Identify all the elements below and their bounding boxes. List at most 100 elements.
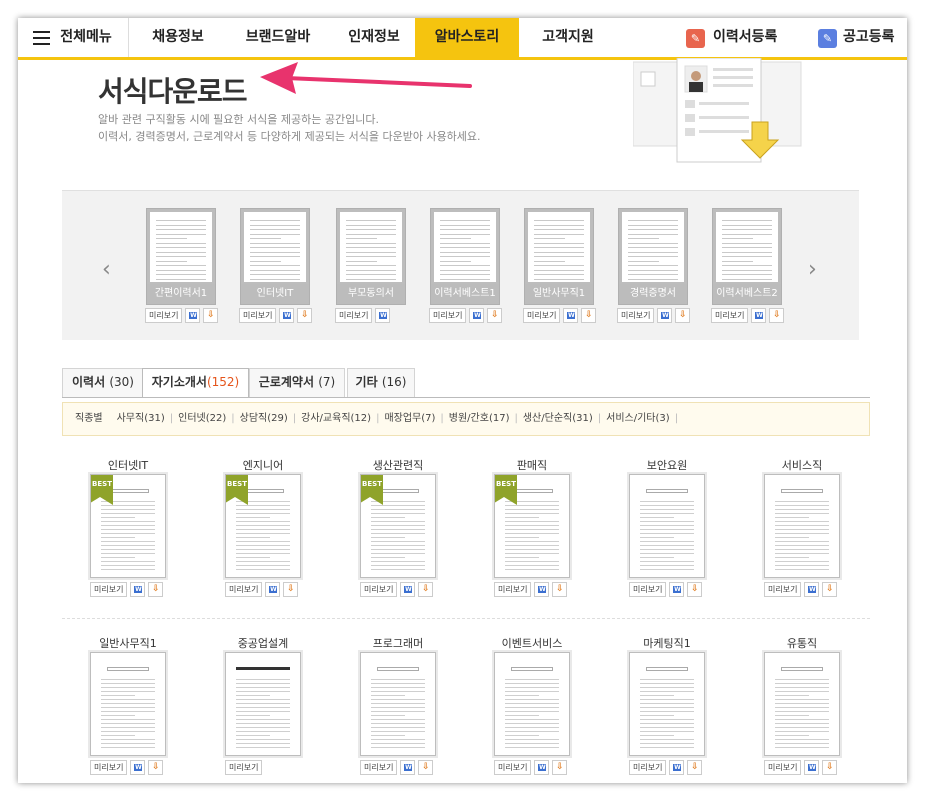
filter-item[interactable]: 인터넷(22)	[178, 413, 226, 424]
carousel-item[interactable]: 이력서베스트1 미리보기 W ⇩	[429, 208, 503, 323]
preview-button[interactable]: 미리보기	[629, 582, 667, 597]
word-download-button[interactable]: W	[400, 582, 416, 597]
download-button[interactable]: ⇩	[769, 308, 785, 323]
form-thumbnail[interactable]: BEST	[360, 474, 436, 578]
carousel-item[interactable]: 부모동의서미리보기 W	[335, 208, 406, 323]
preview-button[interactable]: 미리보기	[429, 308, 467, 323]
preview-button[interactable]: 미리보기	[239, 308, 277, 323]
preview-button[interactable]: 미리보기	[225, 582, 263, 597]
preview-button[interactable]: 미리보기	[90, 582, 128, 597]
preview-button[interactable]: 미리보기	[360, 760, 398, 775]
preview-button[interactable]: 미리보기	[617, 308, 655, 323]
form-thumbnail[interactable]	[629, 474, 705, 578]
nav-item-support[interactable]: 고객지원	[528, 18, 608, 57]
form-thumbnail[interactable]: 부모동의서	[336, 208, 406, 305]
word-download-button[interactable]: W	[804, 760, 820, 775]
carousel-next-button[interactable]: ›	[808, 257, 817, 282]
resume-register-button[interactable]: ✎ 이력서등록	[686, 18, 791, 57]
job-register-button[interactable]: ✎ 공고등록	[818, 18, 907, 57]
tab-contract[interactable]: 근로계약서 (7)	[249, 368, 345, 397]
filter-item[interactable]: 서비스/기타(3)	[606, 413, 670, 424]
all-menu-button[interactable]: 전체메뉴	[18, 18, 128, 57]
form-thumbnail[interactable]: 간편이력서1	[146, 208, 216, 305]
preview-button[interactable]: 미리보기	[360, 582, 398, 597]
word-download-button[interactable]: W	[669, 760, 685, 775]
form-thumbnail[interactable]: BEST	[225, 474, 301, 578]
download-button[interactable]: ⇩	[297, 308, 313, 323]
form-thumbnail[interactable]	[629, 652, 705, 756]
download-button[interactable]: ⇩	[418, 582, 434, 597]
form-thumbnail[interactable]	[764, 474, 840, 578]
filter-item[interactable]: 상담직(29)	[240, 413, 288, 424]
word-download-button[interactable]: W	[804, 582, 820, 597]
download-button[interactable]: ⇩	[552, 582, 568, 597]
download-button[interactable]: ⇩	[487, 308, 503, 323]
carousel-item[interactable]: 경력증명서미리보기 W ⇩	[617, 208, 691, 323]
preview-button[interactable]: 미리보기	[523, 308, 561, 323]
preview-button[interactable]: 미리보기	[335, 308, 373, 323]
form-thumbnail[interactable]: BEST	[90, 474, 166, 578]
download-button[interactable]: ⇩	[822, 760, 838, 775]
nav-item-jobs[interactable]: 채용정보	[138, 18, 218, 57]
word-download-button[interactable]: W	[400, 760, 416, 775]
nav-item-talent[interactable]: 인재정보	[334, 18, 414, 57]
nav-item-brand[interactable]: 브랜드알바	[228, 18, 328, 57]
filter-item[interactable]: 매장업무(7)	[384, 413, 435, 424]
tab-cover-letter[interactable]: 자기소개서(152)	[142, 368, 249, 398]
filter-item[interactable]: 강사/교육직(12)	[301, 413, 371, 424]
download-button[interactable]: ⇩	[822, 582, 838, 597]
form-thumbnail[interactable]: 이력서베스트1	[430, 208, 500, 305]
carousel-prev-button[interactable]: ‹	[102, 257, 111, 282]
form-thumbnail[interactable]	[90, 652, 166, 756]
carousel-item[interactable]: 인터넷IT 미리보기 W ⇩	[239, 208, 313, 323]
word-download-button[interactable]: W	[563, 308, 579, 323]
tab-resume[interactable]: 이력서 (30)	[62, 368, 144, 397]
filter-item[interactable]: 사무직(31)	[117, 413, 165, 424]
download-button[interactable]: ⇩	[148, 582, 164, 597]
nav-item-story[interactable]: 알바스토리	[415, 18, 519, 57]
preview-button[interactable]: 미리보기	[629, 760, 667, 775]
preview-button[interactable]: 미리보기	[494, 582, 532, 597]
form-thumbnail[interactable]	[764, 652, 840, 756]
download-button[interactable]: ⇩	[552, 760, 568, 775]
word-download-button[interactable]: W	[375, 308, 391, 323]
carousel-item[interactable]: 이력서베스트2 미리보기 W ⇩	[711, 208, 785, 323]
preview-button[interactable]: 미리보기	[494, 760, 532, 775]
word-download-button[interactable]: W	[130, 760, 146, 775]
carousel-item[interactable]: 간편이력서1 미리보기 W ⇩	[145, 208, 219, 323]
preview-button[interactable]: 미리보기	[90, 760, 128, 775]
word-download-button[interactable]: W	[657, 308, 673, 323]
word-download-button[interactable]: W	[669, 582, 685, 597]
preview-button[interactable]: 미리보기	[145, 308, 183, 323]
carousel-item[interactable]: 일반사무직1 미리보기 W ⇩	[523, 208, 597, 323]
form-thumbnail[interactable]: 인터넷IT	[240, 208, 310, 305]
download-button[interactable]: ⇩	[283, 582, 299, 597]
form-thumbnail[interactable]: 경력증명서	[618, 208, 688, 305]
download-button[interactable]: ⇩	[581, 308, 597, 323]
preview-button[interactable]: 미리보기	[225, 760, 263, 775]
download-button[interactable]: ⇩	[687, 582, 703, 597]
form-thumbnail[interactable]	[494, 652, 570, 756]
tab-etc[interactable]: 기타 (16)	[347, 368, 415, 397]
preview-button[interactable]: 미리보기	[711, 308, 749, 323]
word-download-button[interactable]: W	[751, 308, 767, 323]
word-download-button[interactable]: W	[265, 582, 281, 597]
filter-item[interactable]: 병원/간호(17)	[449, 413, 510, 424]
form-thumbnail[interactable]: 일반사무직1	[524, 208, 594, 305]
download-button[interactable]: ⇩	[418, 760, 434, 775]
form-thumbnail[interactable]: 이력서베스트2	[712, 208, 782, 305]
download-button[interactable]: ⇩	[675, 308, 691, 323]
download-button[interactable]: ⇩	[687, 760, 703, 775]
word-download-button[interactable]: W	[185, 308, 201, 323]
word-download-button[interactable]: W	[469, 308, 485, 323]
preview-button[interactable]: 미리보기	[764, 582, 802, 597]
download-button[interactable]: ⇩	[148, 760, 164, 775]
filter-item[interactable]: 생산/단순직(31)	[523, 413, 593, 424]
word-download-button[interactable]: W	[130, 582, 146, 597]
download-button[interactable]: ⇩	[203, 308, 219, 323]
form-thumbnail[interactable]	[225, 652, 301, 756]
word-download-button[interactable]: W	[279, 308, 295, 323]
word-download-button[interactable]: W	[534, 582, 550, 597]
preview-button[interactable]: 미리보기	[764, 760, 802, 775]
form-thumbnail[interactable]	[360, 652, 436, 756]
